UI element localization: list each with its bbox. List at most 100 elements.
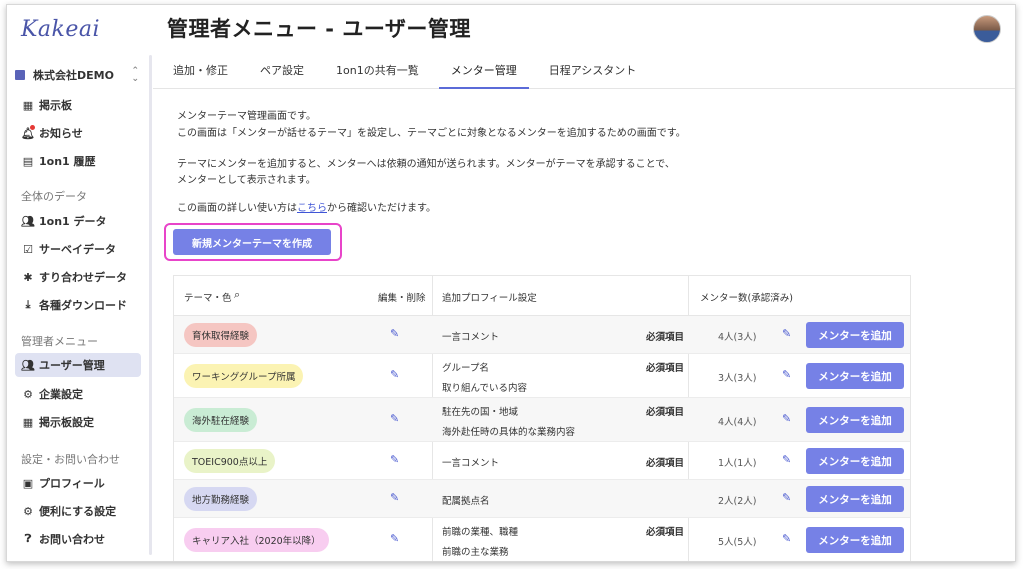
mentor-count: 3人(3人) — [718, 373, 757, 384]
sidebar-item-label: 各種ダウンロード — [39, 299, 127, 312]
mentor-count: 1人(1人) — [718, 458, 757, 469]
board-icon: ▦ — [22, 98, 34, 112]
table-row: 育休取得経験 ✎ 一言コメント 必須項目 4人(3人) ✎ メンターを追加 — [174, 316, 910, 354]
sidebar-item-1on1-data[interactable]: 👥︎ 1on1 データ — [15, 209, 141, 233]
add-mentor-button[interactable]: メンターを追加 — [806, 486, 904, 512]
edit-pencil-icon[interactable]: ✎ — [390, 453, 399, 466]
profile-field: 前職の主な業務 — [442, 547, 509, 558]
section-heading-settings: 設定・お問い合わせ — [21, 453, 120, 466]
header-edit: 編集・削除 — [378, 293, 426, 304]
mentor-count: 2人(2人) — [718, 496, 757, 507]
theme-tag: キャリア入社（2020年以降） — [184, 528, 329, 552]
sidebar-item-survey[interactable]: ☑ サーベイデータ — [15, 237, 141, 261]
sidebar-item-user-management[interactable]: 👥︎ ユーザー管理 — [15, 353, 141, 377]
description-line: この画面は「メンターが話せるテーマ」を設定し、テーマごとに対象となるメンターを追… — [177, 128, 686, 139]
add-mentor-button[interactable]: メンターを追加 — [806, 448, 904, 474]
help-link-line: この画面の詳しい使い方はこちらから確認いただけます。 — [177, 203, 436, 214]
section-heading-admin: 管理者メニュー — [21, 335, 98, 348]
building-icon — [15, 70, 25, 80]
sidebar-item-board[interactable]: ▦ 掲示板 — [15, 93, 141, 117]
add-mentor-button[interactable]: メンターを追加 — [806, 322, 904, 348]
bell-icon: 🔔︎ — [21, 124, 35, 140]
people-icon: 👥︎ — [21, 214, 35, 228]
sidebar-item-label: サーベイデータ — [39, 243, 116, 256]
edit-pencil-icon[interactable]: ✎ — [390, 532, 399, 545]
profile-field: グループ名 — [442, 363, 489, 374]
edit-mentors-pencil-icon[interactable]: ✎ — [782, 532, 791, 545]
kakeai-logo[interactable]: Kakeai — [21, 17, 100, 42]
sidebar-item-history[interactable]: ▤ 1on1 履歴 — [15, 149, 141, 173]
company-name: 株式会社DEMO — [33, 69, 114, 82]
help-link[interactable]: こちら — [297, 203, 327, 214]
profile-field: 取り組んでいる内容 — [442, 383, 528, 394]
sidebar-item-notifications[interactable]: 🔔︎ お知らせ — [15, 121, 141, 145]
sidebar-item-downloads[interactable]: ⤓ 各種ダウンロード — [15, 293, 141, 317]
tab-mentor-management[interactable]: メンター管理 — [438, 55, 529, 89]
notification-dot — [30, 124, 35, 130]
edit-mentors-pencil-icon[interactable]: ✎ — [782, 368, 791, 381]
table-row: 地方勤務経験 ✎ 配属拠点名 2人(2人) ✎ メンターを追加 — [174, 480, 910, 518]
sidebar-item-board-settings[interactable]: ▦ 掲示板設定 — [15, 410, 141, 434]
profile-field: 一言コメント — [442, 458, 500, 469]
download-icon: ⤓ — [25, 298, 31, 311]
sidebar-item-label: お知らせ — [39, 127, 83, 140]
edit-pencil-icon[interactable]: ✎ — [390, 368, 399, 381]
survey-icon: ☑ — [23, 242, 33, 256]
company-selector[interactable]: 株式会社DEMO ⌃ ⌄ — [15, 63, 139, 87]
sidebar-item-label: ユーザー管理 — [39, 359, 105, 372]
search-icon[interactable]: ⌕ — [234, 288, 240, 302]
chevron-updown-icon: ⌃ ⌄ — [131, 66, 139, 84]
table-header: テーマ・色 ⌕ 編集・削除 追加プロフィール設定 メンター数(承認済み) — [174, 276, 910, 316]
edit-pencil-icon[interactable]: ✎ — [390, 491, 399, 504]
profile-field: 一言コメント — [442, 332, 500, 343]
section-heading-data: 全体のデータ — [21, 190, 87, 203]
edit-pencil-icon[interactable]: ✎ — [390, 327, 399, 340]
tab-add-edit[interactable]: 追加・修正 — [161, 55, 240, 89]
profile-field: 前職の業種、職種 — [442, 527, 519, 538]
sidebar-item-label: 掲示板設定 — [39, 416, 94, 429]
table-row: キャリア入社（2020年以降） ✎ 前職の業種、職種 必須項目 前職の主な業務 … — [174, 518, 910, 561]
tab-1on1-share[interactable]: 1on1の共有一覧 — [324, 55, 431, 89]
table-row: TOEIC900点以上 ✎ 一言コメント 必須項目 1人(1人) ✎ メンターを… — [174, 442, 910, 480]
description-line: メンターテーマ管理画面です。 — [177, 111, 316, 122]
sidebar-scrollbar[interactable] — [149, 55, 152, 555]
sidebar-item-company-settings[interactable]: ⚙ 企業設定 — [15, 382, 141, 406]
add-mentor-button[interactable]: メンターを追加 — [806, 527, 904, 553]
mentor-count: 4人(3人) — [718, 332, 757, 343]
add-mentor-button[interactable]: メンターを追加 — [806, 363, 904, 389]
avatar[interactable] — [973, 15, 1001, 43]
edit-mentors-pencil-icon[interactable]: ✎ — [782, 412, 791, 425]
theme-tag: 海外駐在経験 — [184, 408, 258, 432]
table-row: 海外駐在経験 ✎ 駐在先の国・地域 必須項目 海外赴任時の具体的な業務内容 4人… — [174, 398, 910, 442]
mentor-theme-table: テーマ・色 ⌕ 編集・削除 追加プロフィール設定 メンター数(承認済み) 育休取… — [173, 275, 911, 561]
edit-mentors-pencil-icon[interactable]: ✎ — [782, 491, 791, 504]
profile-icon: ▣ — [22, 476, 34, 490]
edit-pencil-icon[interactable]: ✎ — [390, 412, 399, 425]
sidebar-item-alignment[interactable]: ✱ すり合わせデータ — [15, 265, 141, 289]
sidebar-item-label: 1on1 履歴 — [39, 155, 96, 168]
header-profile: 追加プロフィール設定 — [442, 293, 537, 304]
sidebar-item-convenience[interactable]: ⚙ 便利にする設定 — [15, 499, 141, 523]
mentor-count: 4人(4人) — [718, 417, 757, 428]
sidebar-item-label: プロフィール — [39, 477, 105, 490]
required-label: 必須項目 — [646, 363, 685, 374]
puzzle-icon: ✱ — [23, 270, 33, 284]
required-label: 必須項目 — [646, 527, 685, 538]
sidebar-item-label: 1on1 データ — [39, 215, 107, 228]
gear-icon: ⚙ — [23, 504, 33, 518]
users-icon: 👥︎ — [21, 358, 35, 372]
history-icon: ▤ — [22, 154, 34, 168]
create-mentor-theme-button[interactable]: 新規メンターテーマを作成 — [173, 229, 331, 255]
sidebar-item-contact[interactable]: ❓︎ お問い合わせ — [15, 527, 141, 551]
edit-mentors-pencil-icon[interactable]: ✎ — [782, 453, 791, 466]
header-theme: テーマ・色 — [184, 293, 232, 304]
tab-schedule-assistant[interactable]: 日程アシスタント — [537, 55, 649, 89]
theme-tag: ワーキンググループ所属 — [184, 364, 304, 388]
tab-pair-settings[interactable]: ペア設定 — [248, 55, 316, 89]
profile-field: 駐在先の国・地域 — [442, 407, 519, 418]
app-window: Kakeai 株式会社DEMO ⌃ ⌄ ▦ 掲示板 🔔︎ お知らせ ▤ 1on1 … — [6, 4, 1016, 562]
sidebar-item-profile[interactable]: ▣ プロフィール — [15, 471, 141, 495]
mentor-count: 5人(5人) — [718, 537, 757, 548]
add-mentor-button[interactable]: メンターを追加 — [806, 407, 904, 433]
edit-mentors-pencil-icon[interactable]: ✎ — [782, 327, 791, 340]
